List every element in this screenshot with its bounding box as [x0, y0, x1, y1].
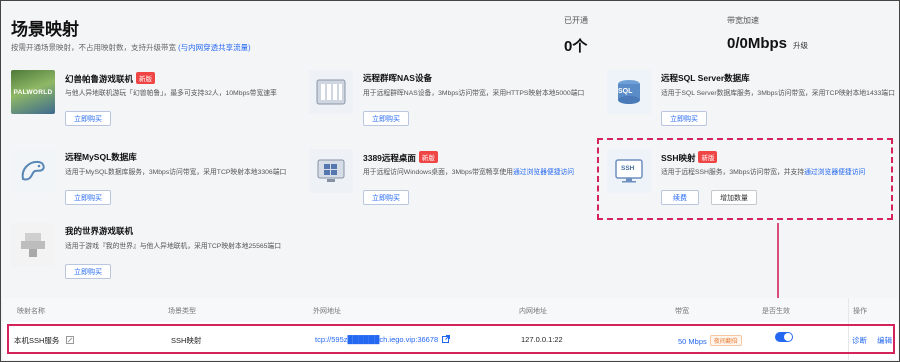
- card-rdp-title-text: 3389远程桌面: [363, 153, 416, 163]
- card-minecraft: 我的世界游戏联机 适用于游戏『我的世界』与他人异地联机，采用TCP映射本地255…: [11, 223, 296, 299]
- mysql-buy-button[interactable]: 立即购买: [65, 190, 111, 205]
- diagnose-button[interactable]: 诊断: [852, 336, 867, 345]
- card-rdp-desc-text: 用于远程访问Windows桌面，3Mbps带宽畅享使用: [363, 169, 513, 176]
- row-bandwidth-cell: 50 Mbps 夜间翻倍: [678, 335, 742, 346]
- col-header-actions: 操作: [853, 308, 867, 315]
- shared-traffic-link[interactable]: (与内网穿透共享流量): [178, 43, 251, 52]
- palworld-logo-text: PALWORLD: [13, 88, 53, 96]
- card-rdp-title: 3389远程桌面 新版: [363, 151, 438, 164]
- stat-opened-value: 0个: [564, 38, 588, 55]
- row-name: 本机SSH服务: [14, 336, 60, 345]
- card-palworld-desc: 与他人异地联机游玩「幻兽帕鲁」，最多可支持32人，10Mbps带宽速率: [65, 90, 277, 97]
- row-public-addr-cell: tcp://595z██████ch.iego.vip:36678: [315, 335, 451, 345]
- new-badge: 新版: [418, 151, 438, 163]
- edit-name-icon[interactable]: [65, 336, 74, 346]
- minecraft-buy-button[interactable]: 立即购买: [65, 264, 111, 279]
- minecraft-icon: [11, 223, 55, 267]
- page-title: 场景映射: [11, 20, 79, 39]
- table-header: 映射名称 场景类型 外网地址 内网地址 带宽 是否生效 操作: [3, 298, 898, 322]
- toggle-knob: [784, 333, 792, 341]
- nas-icon: [309, 70, 353, 114]
- row-name-cell: 本机SSH服务: [14, 335, 74, 346]
- nas-buy-button[interactable]: 立即购买: [363, 111, 409, 126]
- col-header-enabled: 是否生效: [762, 308, 790, 315]
- palworld-buy-button[interactable]: 立即购买: [65, 111, 111, 126]
- sqlserver-buy-button[interactable]: 立即购买: [661, 111, 707, 126]
- remote-desktop-icon: [309, 149, 353, 193]
- sql-icon-text: SQL: [618, 88, 633, 95]
- card-sqlserver-title: 远程SQL Server数据库: [661, 73, 750, 83]
- card-sqlserver: SQL 远程SQL Server数据库 适用于SQL Server数据库服务，3…: [607, 70, 895, 146]
- stat-opened-label: 已开通: [564, 16, 588, 25]
- card-nas: 远程群晖NAS设备 用于远程群晖NAS设备，3Mbps访问带宽，采用HTTPS映…: [309, 70, 594, 146]
- card-palworld: PALWORLD 幻兽帕鲁游戏联机 新版 与他人异地联机游玩「幻兽帕鲁」，最多可支…: [11, 70, 296, 146]
- enabled-toggle[interactable]: [775, 332, 793, 342]
- edit-button[interactable]: 编辑: [877, 336, 892, 345]
- card-minecraft-desc: 适用于游戏『我的世界』与他人异地联机，采用TCP映射本地25565端口: [65, 243, 282, 250]
- rdp-buy-button[interactable]: 立即购买: [363, 190, 409, 205]
- card-minecraft-title: 我的世界游戏联机: [65, 226, 134, 236]
- col-header-public-addr: 外网地址: [313, 308, 341, 315]
- col-header-name: 映射名称: [17, 308, 45, 315]
- stat-bandwidth-value-row: 0/0Mbps 升级: [727, 35, 808, 52]
- new-badge: 新版: [136, 72, 156, 84]
- stat-bandwidth-value: 0/0Mbps: [727, 35, 788, 52]
- row-private-addr: 127.0.0.1:22: [521, 335, 563, 344]
- card-nas-desc: 用于远程群晖NAS设备，3Mbps访问带宽，采用HTTPS映射本地5000端口: [363, 90, 585, 97]
- page-description: 按需开通场景映射，不占用映射数，支持升级带宽 (与内网穿透共享流量): [11, 42, 251, 53]
- stat-bandwidth: 带宽加速 0/0Mbps 升级: [727, 15, 808, 52]
- stat-opened: 已开通 0个: [564, 15, 588, 56]
- col-header-private-addr: 内网地址: [519, 308, 547, 315]
- mysql-dolphin-icon: [11, 149, 55, 193]
- stat-bandwidth-label: 带宽加速: [727, 16, 759, 25]
- night-double-tag: 夜间翻倍: [709, 335, 742, 346]
- rdp-browser-access-link[interactable]: 通过浏览器便捷访问: [513, 169, 574, 176]
- row-actions: 诊断 编辑: [852, 335, 892, 346]
- card-nas-title: 远程群晖NAS设备: [363, 73, 432, 83]
- row-bandwidth[interactable]: 50 Mbps: [678, 337, 707, 346]
- row-public-addr-link[interactable]: tcp://595z██████ch.iego.vip:36678: [315, 335, 438, 344]
- card-palworld-title: 幻兽帕鲁游戏联机 新版: [65, 72, 156, 85]
- card-mysql-desc: 适用于MySQL数据库服务，3Mbps访问带宽，采用TCP映射本地3306端口: [65, 169, 287, 176]
- external-link-icon[interactable]: [442, 335, 451, 345]
- upgrade-link[interactable]: 升级: [793, 41, 808, 50]
- page-frame: 场景映射 按需开通场景映射，不占用映射数，支持升级带宽 (与内网穿透共享流量) …: [0, 0, 900, 362]
- card-palworld-title-text: 幻兽帕鲁游戏联机: [65, 74, 134, 84]
- ssh-card-highlight: [597, 138, 893, 220]
- page-header: 场景映射 按需开通场景映射，不占用映射数，支持升级带宽 (与内网穿透共享流量) …: [11, 7, 891, 65]
- table-row: 本机SSH服务 SSH映射 tcp://595z██████ch.iego.vi…: [7, 324, 895, 354]
- card-rdp-desc: 用于远程访问Windows桌面，3Mbps带宽畅享使用通过浏览器便捷访问: [363, 166, 574, 176]
- row-type: SSH映射: [171, 336, 202, 345]
- page-description-text: 按需开通场景映射，不占用映射数，支持升级带宽: [11, 43, 176, 52]
- mapping-table: 映射名称 场景类型 外网地址 内网地址 带宽 是否生效 操作 本机SSH服务 S…: [3, 298, 898, 360]
- card-sqlserver-desc: 适用于SQL Server数据库服务，3Mbps访问带宽，采用TCP映射本地14…: [661, 90, 895, 97]
- card-rdp: 3389远程桌面 新版 用于远程访问Windows桌面，3Mbps带宽畅享使用通过…: [309, 149, 594, 225]
- col-header-bandwidth: 带宽: [675, 308, 689, 315]
- sqlserver-icon: SQL: [607, 70, 651, 114]
- col-header-type: 场景类型: [168, 308, 196, 315]
- palworld-logo: PALWORLD: [11, 70, 55, 114]
- card-mysql-title: 远程MySQL数据库: [65, 152, 137, 162]
- card-mysql: 远程MySQL数据库 适用于MySQL数据库服务，3Mbps访问带宽，采用TCP…: [11, 149, 296, 225]
